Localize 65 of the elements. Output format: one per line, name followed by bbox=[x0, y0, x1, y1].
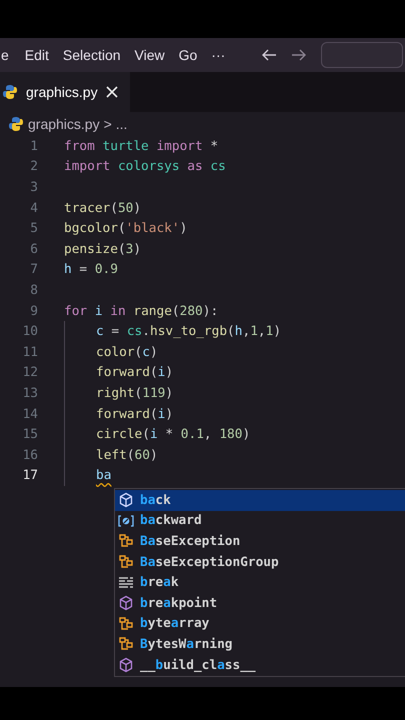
breadcrumb-separator: > bbox=[104, 116, 112, 132]
python-icon bbox=[2, 84, 18, 100]
line-number: 4 bbox=[29, 200, 39, 216]
code-line: for i in range(280): bbox=[64, 304, 218, 319]
suggestion-item[interactable]: BytesWarning bbox=[115, 634, 405, 655]
line-number: 12 bbox=[22, 365, 39, 380]
breadcrumb-item[interactable]: ... bbox=[116, 116, 128, 132]
menu-item[interactable]: e bbox=[1, 47, 21, 63]
suggestion-item[interactable]: break bbox=[115, 572, 405, 593]
code-line: from turtle import * bbox=[64, 138, 218, 154]
line-number: 16 bbox=[22, 448, 39, 463]
line-number: 1 bbox=[29, 138, 39, 154]
menu-item[interactable]: Go bbox=[178, 47, 208, 63]
line-number: 15 bbox=[22, 427, 39, 442]
class-icon bbox=[118, 616, 134, 632]
back-arrow-icon[interactable] bbox=[261, 48, 278, 62]
code-line: right(119) bbox=[96, 386, 174, 401]
cube-icon bbox=[118, 595, 134, 612]
cube-icon bbox=[118, 657, 134, 674]
variable-icon bbox=[118, 512, 134, 529]
suggestion-item[interactable]: bytearray bbox=[115, 614, 405, 634]
suggestion-item[interactable]: breakpoint bbox=[115, 592, 405, 614]
forward-arrow-icon[interactable] bbox=[291, 48, 308, 62]
suggestion-item[interactable]: back bbox=[115, 490, 405, 511]
line-number: 2 bbox=[29, 159, 39, 174]
line-number: 3 bbox=[29, 180, 39, 195]
menu-item[interactable]: Selection bbox=[62, 47, 131, 63]
line-number: 11 bbox=[22, 344, 39, 360]
menu-item[interactable]: ··· bbox=[211, 47, 236, 63]
menu-item[interactable]: View bbox=[134, 47, 175, 63]
line-number: 6 bbox=[29, 242, 39, 257]
class-icon bbox=[118, 533, 134, 550]
line-number: 9 bbox=[29, 304, 39, 319]
line-number: 14 bbox=[22, 406, 39, 422]
code-line: import colorsys as cs bbox=[64, 159, 226, 174]
code-line: ba bbox=[96, 468, 112, 484]
line-number: 13 bbox=[22, 386, 39, 401]
code-line: bgcolor('black') bbox=[64, 221, 188, 236]
search-field[interactable] bbox=[321, 42, 404, 68]
line-number: 5 bbox=[29, 221, 39, 236]
class-icon bbox=[118, 636, 134, 652]
editor-tab[interactable]: graphics.py bbox=[0, 72, 130, 112]
code-line: pensize(3) bbox=[64, 242, 142, 257]
suggestion-item[interactable]: BaseException bbox=[115, 531, 405, 552]
close-icon[interactable] bbox=[106, 86, 118, 98]
code-line: left(60) bbox=[96, 448, 158, 463]
code-line: tracer(50) bbox=[64, 200, 142, 216]
suggestion-item[interactable]: BaseExceptionGroup bbox=[115, 552, 405, 572]
cube-icon bbox=[118, 492, 134, 508]
line-number: 8 bbox=[29, 282, 39, 298]
code-line: h = 0.9 bbox=[64, 262, 118, 278]
line-number: 17 bbox=[22, 468, 39, 484]
code-line: forward(i) bbox=[96, 365, 174, 380]
menu-item[interactable]: Edit bbox=[24, 47, 59, 63]
python-icon bbox=[8, 116, 24, 132]
suggestion-item[interactable]: __build_class__ bbox=[115, 654, 405, 676]
line-number: 10 bbox=[22, 324, 39, 340]
code-line: c = cs.hsv_to_rgb(h,1,1) bbox=[96, 324, 282, 340]
line-number: 7 bbox=[29, 262, 39, 278]
class-icon bbox=[118, 554, 134, 570]
code-line: color(c) bbox=[96, 344, 158, 360]
suggestion-item[interactable]: backward bbox=[115, 510, 405, 532]
breadcrumb-item[interactable]: graphics.py bbox=[28, 116, 100, 132]
code-line: forward(i) bbox=[96, 406, 174, 422]
code-line: circle(i * 0.1, 180) bbox=[96, 427, 250, 442]
